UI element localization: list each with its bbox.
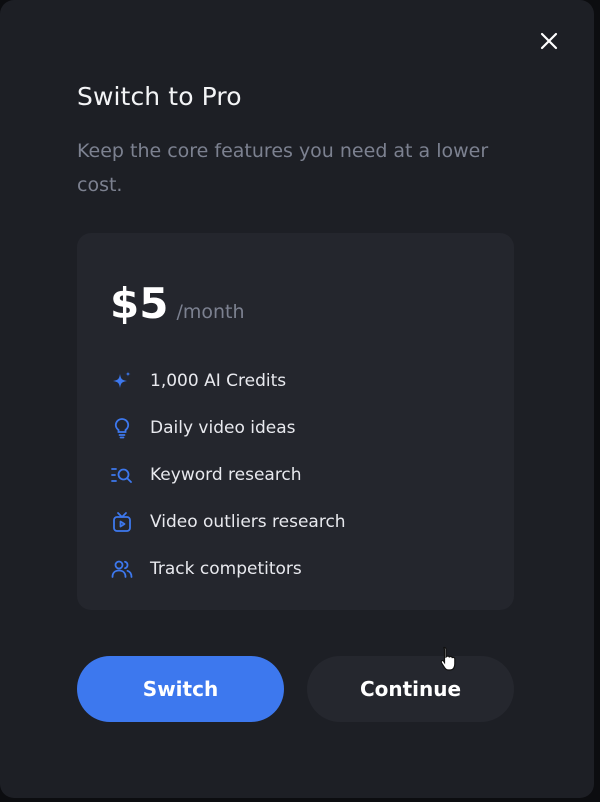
price-row: $5 /month — [110, 279, 245, 328]
close-icon — [540, 32, 558, 50]
users-icon — [110, 557, 134, 581]
search-list-icon — [110, 463, 134, 487]
feature-item: Video outliers research — [110, 498, 346, 545]
feature-label: Keyword research — [150, 464, 302, 485]
feature-item: Keyword research — [110, 451, 346, 498]
continue-button[interactable]: Continue — [307, 656, 514, 722]
sparkle-icon — [110, 369, 134, 393]
feature-list: 1,000 AI Credits Daily video ideas Keywo… — [110, 357, 346, 592]
video-icon — [110, 510, 134, 534]
plan-period: /month — [176, 301, 245, 323]
feature-item: Track competitors — [110, 545, 346, 592]
feature-label: Daily video ideas — [150, 417, 296, 438]
feature-label: Track competitors — [150, 558, 302, 579]
feature-label: 1,000 AI Credits — [150, 370, 287, 391]
feature-item: Daily video ideas — [110, 404, 346, 451]
modal-subtitle: Keep the core features you need at a low… — [77, 140, 489, 196]
feature-label: Video outliers research — [150, 511, 346, 532]
switch-plan-modal: Switch to Pro Keep the core features you… — [0, 0, 594, 798]
close-button[interactable] — [534, 26, 564, 56]
plan-price: $5 — [110, 279, 169, 328]
feature-item: 1,000 AI Credits — [110, 357, 346, 404]
modal-title: Switch to Pro — [77, 82, 242, 111]
switch-button[interactable]: Switch — [77, 656, 284, 722]
plan-card: $5 /month 1,000 AI Credits Daily video i… — [77, 233, 514, 610]
lightbulb-icon — [110, 416, 134, 440]
